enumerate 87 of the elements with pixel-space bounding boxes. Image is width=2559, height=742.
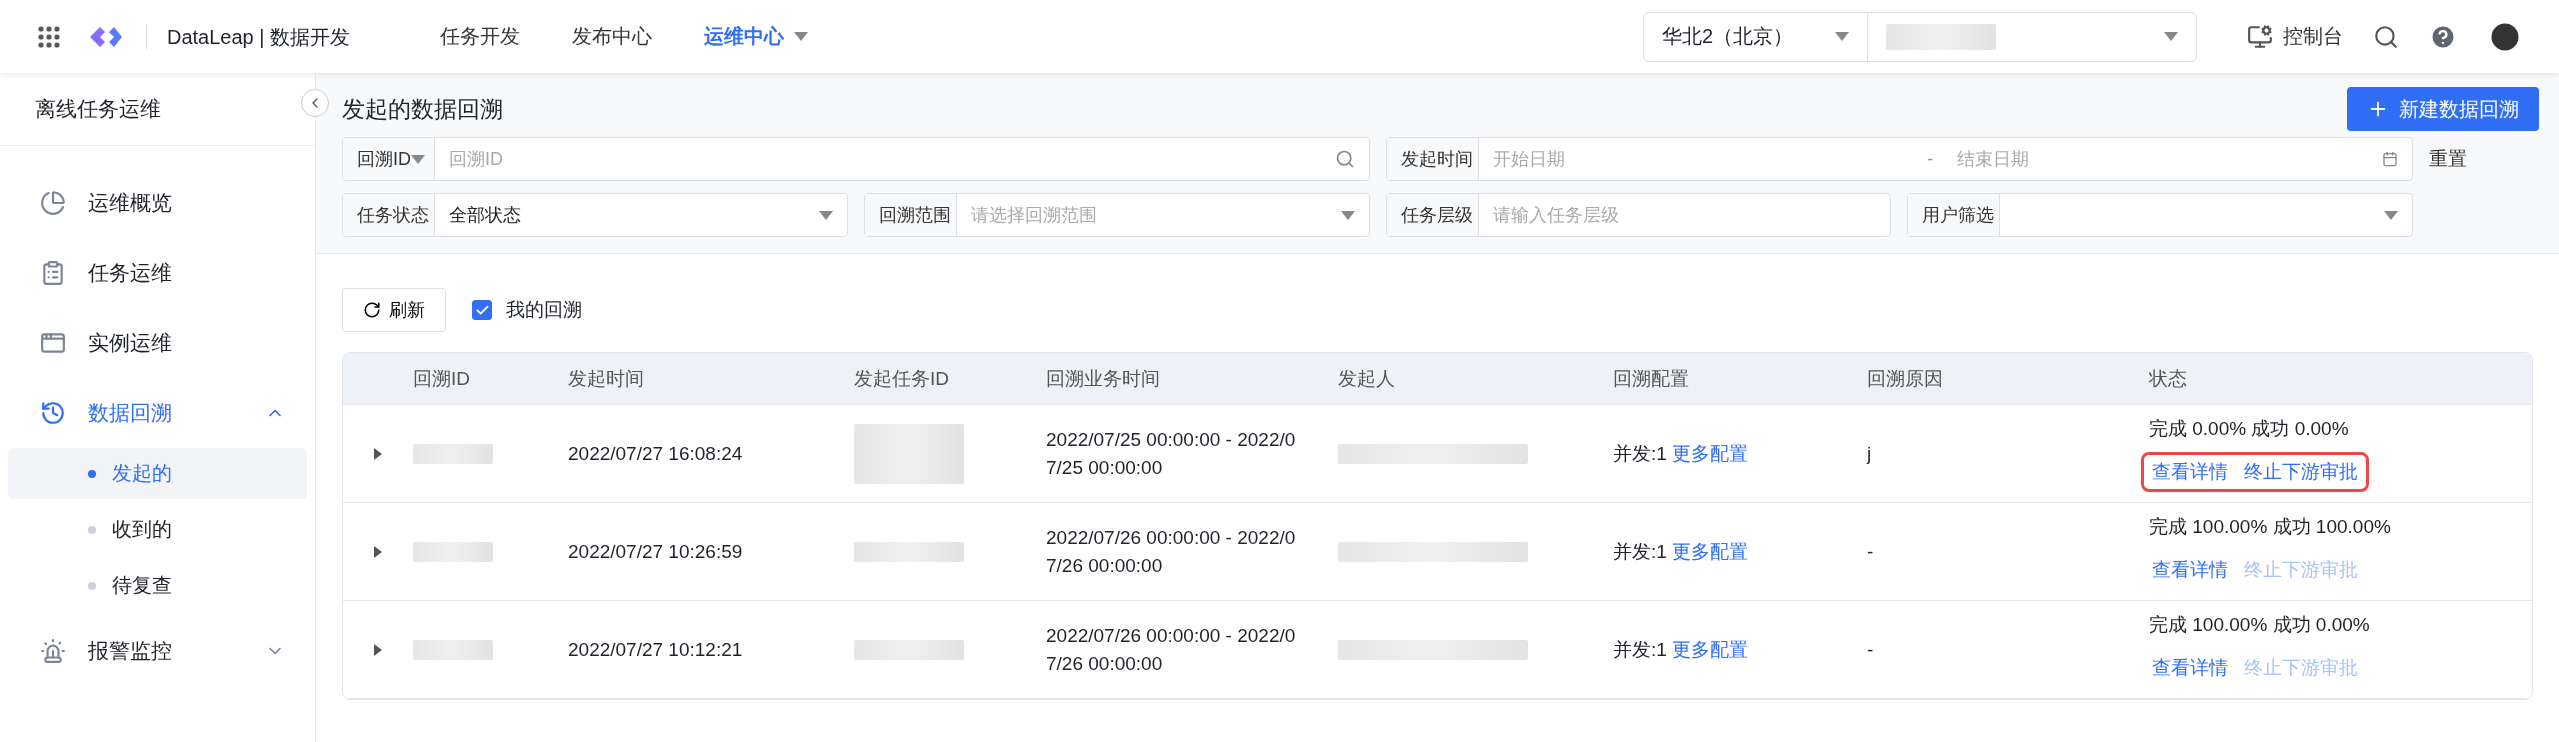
table-cell-text: j (1867, 441, 1873, 466)
sidebar-item[interactable]: 实例运维 (0, 308, 315, 378)
column-header: 发起任务ID (854, 366, 950, 391)
filter-label: 回溯范围 (864, 194, 957, 236)
column-header: 发起人 (1338, 366, 1396, 391)
column-header: 发起时间 (568, 366, 645, 391)
status-text: 完成 100.00% 成功 100.00% (2149, 514, 2392, 539)
table-cell-text: 2022/07/25 00:00:00 - 2022/07/25 00:00:00 (1046, 427, 1297, 480)
history-icon (40, 400, 66, 426)
sidebar-item[interactable]: 数据回溯 (0, 378, 315, 448)
stop-approval-link[interactable]: 终止下游审批 (2244, 458, 2358, 485)
table-cell-text: - (1867, 539, 1875, 564)
select-input[interactable]: 全部状态 (435, 194, 819, 236)
expand-icon[interactable] (374, 545, 382, 558)
input-field[interactable]: 请输入任务层级 (1478, 194, 1877, 236)
brand-name: DataLeap | 数据开发 (146, 24, 351, 49)
config-text: 并发:1 (1613, 638, 1667, 660)
logo-icon (88, 24, 124, 49)
config-text: 并发:1 (1613, 442, 1667, 464)
caret-icon (818, 210, 833, 220)
sidebar-subitem[interactable]: 待复查 (8, 560, 307, 611)
search-icon (1334, 149, 1355, 169)
sidebar-item[interactable]: 任务运维 (0, 238, 315, 308)
view-details-link[interactable]: 查看详情 (2152, 654, 2228, 681)
filter-label: 用户筛选 (1908, 194, 2001, 236)
sidebar-item[interactable]: 运维概览 (0, 168, 315, 238)
search-icon[interactable] (2373, 23, 2399, 50)
more-config-link[interactable]: 更多配置 (1672, 442, 1749, 464)
new-backfill-button[interactable]: 新建数据回溯 (2347, 87, 2539, 131)
column-header: 回溯原因 (1867, 366, 1944, 391)
view-details-link[interactable]: 查看详情 (2152, 556, 2228, 583)
column-header: 回溯业务时间 (1046, 366, 1161, 391)
table-cell-text: 2022/07/26 00:00:00 - 2022/07/26 00:00:00 (1046, 623, 1297, 676)
select-field[interactable]: 回溯范围 请选择回溯范围 (863, 193, 1370, 237)
column-header: 回溯配置 (1613, 366, 1690, 391)
caret-icon (2384, 210, 2398, 220)
view-details-link[interactable]: 查看详情 (2152, 458, 2228, 485)
more-config-link[interactable]: 更多配置 (1672, 540, 1749, 562)
table-cell-text: 2022/07/27 10:12:21 (568, 637, 744, 662)
select-field[interactable]: 任务状态 全部状态 (342, 193, 848, 237)
nav-tab[interactable]: 运维中心 (704, 23, 809, 50)
nav-tab[interactable]: 任务开发 (440, 23, 521, 50)
status-text: 完成 0.00% 成功 0.00% (2149, 416, 2350, 441)
end-date-input[interactable]: 结束日期 (1943, 138, 2382, 180)
date-range-field[interactable]: 发起时间 开始日期 - 结束日期 (1385, 137, 2413, 181)
console-icon (2247, 23, 2273, 50)
caret-icon (1340, 210, 1355, 220)
table-cell-text: 2022/07/27 16:08:24 (568, 441, 744, 466)
filter-label[interactable]: 回溯ID (343, 138, 435, 180)
filter-label: 任务层级 (1386, 194, 1479, 236)
more-config-link[interactable]: 更多配置 (1672, 638, 1749, 660)
input-field[interactable]: 回溯ID (435, 138, 1335, 180)
page-title: 发起的数据回溯 (342, 94, 503, 124)
filter-label: 发起时间 (1386, 138, 1479, 180)
filter-field[interactable]: 任务层级 请输入任务层级 (1385, 193, 1892, 237)
sidebar-subitem[interactable]: 收到的 (8, 504, 307, 555)
pie-chart-icon (40, 190, 66, 216)
status-text: 完成 100.00% 成功 0.00% (2149, 612, 2371, 637)
nav-tab[interactable]: 发布中心 (572, 23, 653, 50)
window-icon (40, 330, 66, 356)
sidebar-subitem[interactable]: 发起的 (8, 448, 307, 499)
checkbox-label: 我的回溯 (506, 298, 582, 322)
refresh-icon (363, 301, 381, 319)
console-link[interactable]: 控制台 (2247, 23, 2343, 50)
select-field[interactable]: 用户筛选 (1907, 193, 2413, 237)
reset-link[interactable]: 重置 (2429, 137, 2539, 181)
refresh-button[interactable]: 刷新 (342, 288, 446, 332)
app-grid-icon[interactable] (38, 25, 60, 48)
clipboard-icon (40, 260, 66, 286)
select-input[interactable]: 请选择回溯范围 (956, 194, 1341, 236)
checkbox[interactable] (472, 300, 492, 320)
siren-icon (40, 638, 66, 664)
table-cell-text: - (1867, 637, 1875, 662)
select-field[interactable]: 回溯ID 回溯ID (342, 137, 1370, 181)
column-header: 回溯ID (413, 366, 471, 391)
start-date-input[interactable]: 开始日期 (1478, 138, 1918, 180)
caret-icon (411, 154, 425, 164)
calendar-icon (2382, 151, 2398, 167)
expand-icon[interactable] (374, 643, 382, 656)
column-header: 状态 (2149, 366, 2188, 391)
sidebar-item[interactable]: 报警监控 (0, 616, 315, 686)
expand-icon[interactable] (374, 447, 382, 460)
table-cell-text: 2022/07/26 00:00:00 - 2022/07/26 00:00:00 (1046, 525, 1297, 578)
range-separator: - (1926, 147, 1935, 171)
filter-label: 任务状态 (343, 194, 435, 236)
table-cell-text: 2022/07/27 10:26:59 (568, 539, 744, 564)
config-text: 并发:1 (1613, 540, 1667, 562)
